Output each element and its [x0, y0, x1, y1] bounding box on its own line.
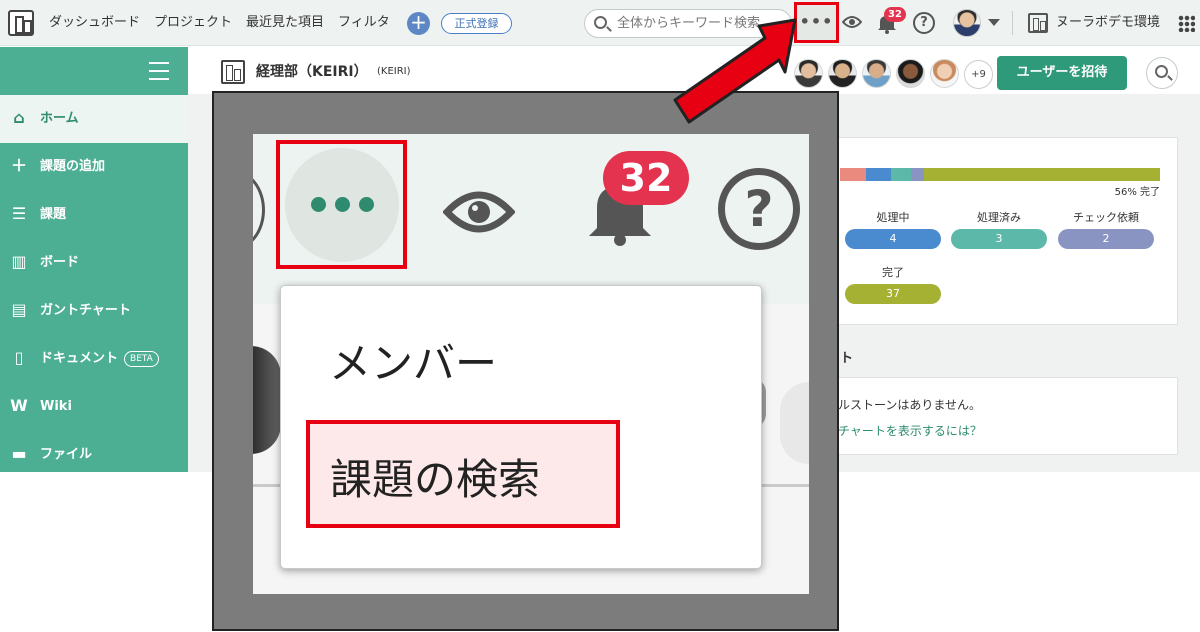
watch-eye-icon[interactable] — [842, 14, 862, 30]
progress-segment-in-progress — [866, 168, 891, 181]
home-icon: ⌂ — [13, 108, 25, 127]
space-building-icon — [1028, 13, 1048, 33]
search-box-edge — [253, 170, 265, 250]
nav-projects[interactable]: プロジェクト — [154, 0, 232, 46]
member-avatar[interactable] — [896, 59, 925, 88]
status-label: 処理済み — [977, 211, 1021, 224]
progress-segment-closed — [924, 168, 1160, 181]
gantt-icon: ▤ — [11, 300, 27, 319]
more-members-button[interactable]: +9 — [964, 60, 993, 89]
sidebar-item-home[interactable]: ⌂ ホーム — [0, 95, 188, 143]
search-icon — [1155, 65, 1168, 78]
nav-filter[interactable]: フィルタ — [338, 0, 390, 46]
member-avatar[interactable] — [930, 59, 959, 88]
sidebar-item-add-issue[interactable]: ＋ 課題の追加 — [0, 143, 188, 191]
sidebar-item-label: ホーム — [40, 111, 79, 126]
list-icon: ☰ — [11, 204, 27, 223]
zoom-callout: 32 ? メンバー 課題の検索 — [253, 134, 809, 594]
member-avatar[interactable] — [862, 59, 891, 88]
add-icon[interactable]: + — [407, 12, 430, 35]
status-count-pill[interactable]: 2 — [1058, 229, 1154, 249]
status-label: 完了 — [882, 266, 904, 279]
menu-item-label: 課題の検索 — [330, 455, 541, 504]
milestone-title: ト — [840, 351, 854, 366]
sidebar: ⌂ ホーム ＋ 課題の追加 ☰ 課題 ▥ ボード ▤ ガントチャート ▯ ドキュ… — [0, 47, 188, 472]
milestone-empty-text: ルストーンはありません。 — [838, 398, 982, 412]
app-logo-icon[interactable] — [8, 10, 34, 36]
help-icon[interactable]: ? — [913, 12, 935, 34]
progress-segment-review — [911, 168, 924, 181]
sidebar-header — [0, 47, 188, 95]
register-button[interactable]: 正式登録 — [441, 13, 512, 34]
progress-segment-open — [840, 168, 866, 181]
menu-item-members[interactable]: メンバー — [329, 334, 497, 394]
nav-recent[interactable]: 最近見た項目 — [246, 0, 324, 46]
beta-badge: BETA — [124, 350, 159, 367]
sidebar-item-issues[interactable]: ☰ 課題 — [0, 191, 188, 239]
progress-segment-resolved — [891, 168, 911, 181]
project-title[interactable]: 経理部（KEIRI） — [256, 58, 368, 86]
sidebar-item-label: ボード — [40, 255, 80, 270]
more-dropdown-menu: メンバー 課題の検索 — [280, 285, 762, 569]
sidebar-item-label: 課題の追加 — [40, 159, 106, 174]
user-avatar[interactable] — [953, 9, 981, 37]
menu-item-issue-search[interactable]: 課題の検索 — [306, 420, 620, 528]
member-avatar — [253, 346, 281, 454]
file-icon: ▬ — [11, 444, 27, 463]
status-label: チェック依頼 — [1073, 211, 1139, 224]
milestone-card — [836, 377, 1178, 455]
help-icon[interactable]: ? — [718, 168, 800, 250]
divider — [1012, 11, 1013, 35]
hamburger-menu-icon[interactable] — [149, 62, 169, 80]
sidebar-item-board[interactable]: ▥ ボード — [0, 239, 188, 287]
status-count-pill[interactable]: 37 — [845, 284, 941, 304]
notification-count-badge: 32 — [603, 151, 689, 205]
sidebar-item-label: ファイル — [40, 447, 93, 462]
project-building-icon — [221, 60, 245, 84]
backlog-screen: ダッシュボード プロジェクト 最近見た項目 フィルタ + 正式登録 全体からキー… — [0, 0, 1200, 632]
sidebar-item-file[interactable]: ▬ ファイル — [0, 431, 188, 479]
burndown-help-link[interactable]: チャートを表示するには？ — [838, 422, 982, 439]
top-bar: ダッシュボード プロジェクト 最近見た項目 フィルタ + 正式登録 全体からキー… — [0, 0, 1200, 46]
nav-dashboard[interactable]: ダッシュボード — [49, 0, 140, 46]
sidebar-item-wiki[interactable]: W Wiki — [0, 383, 188, 431]
search-icon — [594, 16, 607, 29]
member-avatar — [780, 382, 809, 464]
progress-bar — [840, 168, 1160, 181]
invite-user-button[interactable]: ユーザーを招待 — [997, 56, 1127, 90]
board-icon: ▥ — [11, 252, 27, 271]
apps-grid-icon[interactable] — [1178, 15, 1195, 32]
sidebar-item-label: ドキュメント BETA — [40, 335, 159, 383]
sidebar-item-gantt[interactable]: ▤ ガントチャート — [0, 287, 188, 335]
space-name[interactable]: ヌーラボデモ環境 — [1056, 0, 1160, 46]
sidebar-item-label: ガントチャート — [40, 303, 131, 318]
more-button-highlight — [276, 140, 407, 269]
project-key: (KEIRI) — [377, 66, 411, 77]
zoomed-header: 32 ? — [253, 134, 809, 304]
sidebar-item-document[interactable]: ▯ ドキュメント BETA — [0, 335, 188, 383]
plus-icon: ＋ — [10, 156, 27, 175]
document-label: ドキュメント — [40, 351, 119, 366]
document-icon: ▯ — [14, 348, 24, 367]
member-avatar[interactable] — [828, 59, 857, 88]
watch-eye-icon[interactable] — [443, 188, 515, 236]
status-label: 処理中 — [876, 211, 910, 224]
chevron-down-icon[interactable] — [988, 19, 1000, 26]
completion-percent: 56% 完了 — [1114, 187, 1160, 198]
status-count-pill[interactable]: 4 — [845, 229, 941, 249]
project-search-button[interactable] — [1146, 57, 1178, 89]
wiki-icon: W — [10, 396, 28, 415]
status-count-pill[interactable]: 3 — [951, 229, 1047, 249]
sidebar-item-label: 課題 — [40, 207, 67, 222]
sidebar-item-label: Wiki — [40, 399, 72, 414]
notification-count-badge: 32 — [884, 7, 906, 22]
pointer-arrow-icon — [673, 18, 797, 124]
